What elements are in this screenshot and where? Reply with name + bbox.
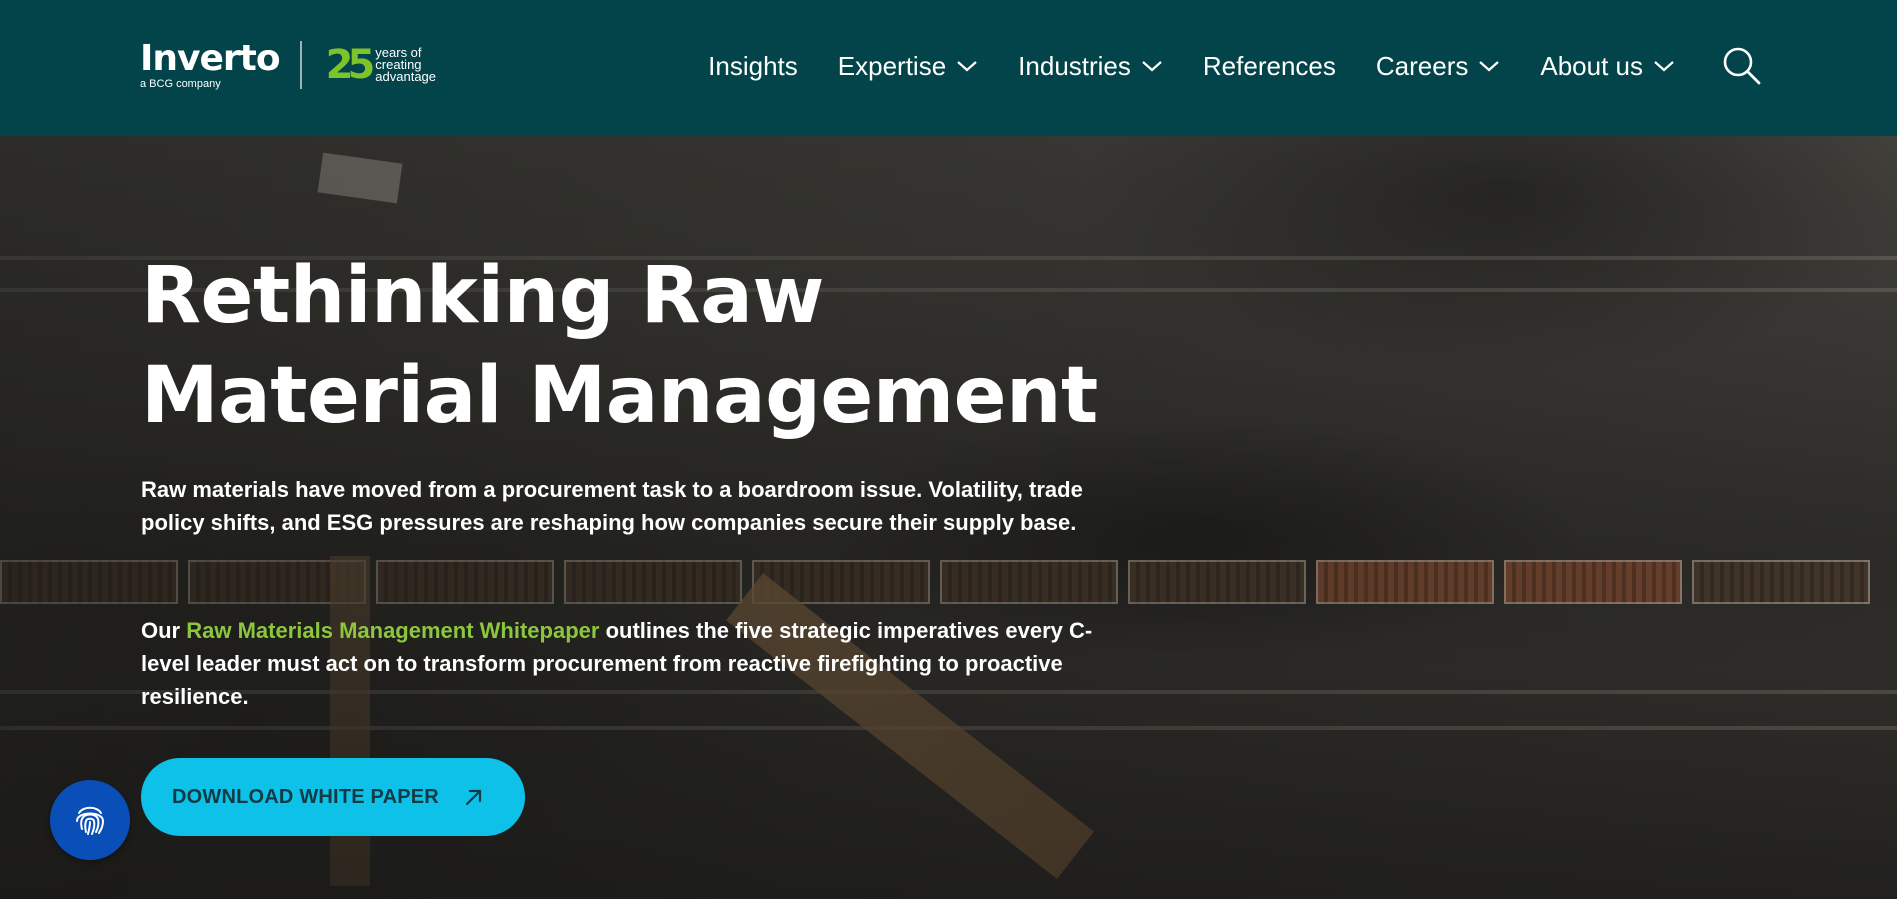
logo-group[interactable]: Inverto a BCG company 25 years of creati… — [140, 40, 436, 90]
chevron-down-icon — [1142, 61, 1162, 72]
hero-section: Rethinking Raw Material Management Raw m… — [0, 136, 1897, 899]
nav-label: Careers — [1375, 50, 1469, 81]
arrow-up-right-icon — [465, 789, 482, 806]
cta-label: DOWNLOAD WHITE PAPER — [172, 785, 439, 808]
nav-label: Expertise — [837, 50, 947, 81]
chevron-down-icon — [1479, 61, 1500, 72]
inverto-logo[interactable]: Inverto a BCG company — [140, 37, 281, 90]
hero-whitepaper-paragraph: Our Raw Materials Management Whitepaper … — [141, 614, 1131, 713]
page-title: Rethinking Raw Material Management — [141, 246, 1098, 446]
anniversary-text: years of creating advantage — [375, 46, 437, 84]
paragraph-text: Our — [141, 618, 187, 643]
search-icon[interactable] — [1721, 45, 1763, 87]
chevron-down-icon — [1654, 61, 1674, 72]
logo-divider — [299, 41, 302, 89]
fingerprint-icon — [76, 806, 105, 835]
nav-insights[interactable]: Insights — [708, 51, 798, 82]
title-line: Rethinking Raw — [141, 251, 824, 341]
nav-label: Insights — [708, 50, 798, 81]
download-white-paper-button[interactable]: DOWNLOAD WHITE PAPER — [141, 758, 525, 836]
anniversary-line: advantage — [375, 69, 437, 84]
nav-label: Industries — [1018, 50, 1131, 81]
nav-references[interactable]: References — [1203, 51, 1336, 82]
main-nav: Insights Expertise Industries References… — [668, 40, 1763, 92]
nav-expertise[interactable]: Expertise — [838, 51, 978, 82]
nav-industries[interactable]: Industries — [1018, 51, 1163, 82]
logo-name: Inverto — [140, 37, 281, 79]
site-header: Inverto a BCG company 25 years of creati… — [0, 0, 1897, 136]
nav-careers[interactable]: Careers — [1376, 51, 1500, 82]
nav-about-us[interactable]: About us — [1540, 51, 1675, 82]
title-line: Material Management — [141, 351, 1098, 441]
privacy-settings-button[interactable] — [50, 780, 130, 860]
anniversary-number: 25 — [325, 42, 376, 88]
chevron-down-icon — [957, 61, 977, 72]
nav-label: References — [1202, 50, 1336, 81]
hero-intro-paragraph: Raw materials have moved from a procurem… — [141, 477, 1083, 535]
logo-tagline: a BCG company — [140, 77, 221, 90]
nav-label: About us — [1540, 50, 1643, 81]
whitepaper-link[interactable]: Raw Materials Management Whitepaper — [186, 618, 599, 643]
